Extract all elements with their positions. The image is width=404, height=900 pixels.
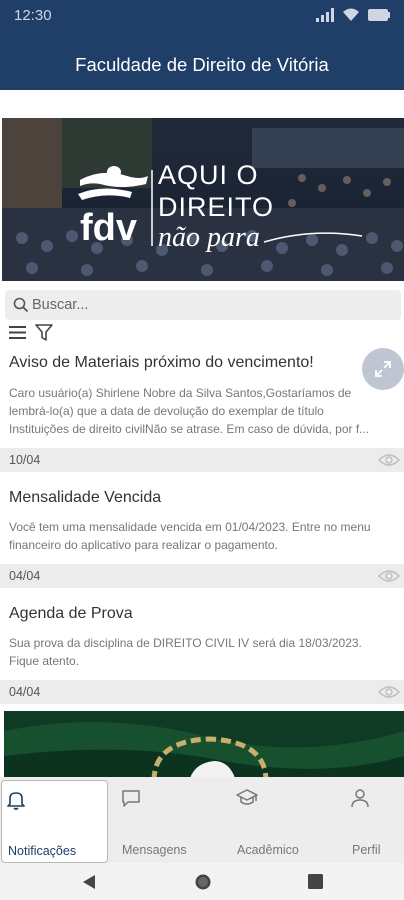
notification-item[interactable]: Agenda de Prova Sua prova da disciplina … bbox=[0, 588, 404, 705]
expand-icon bbox=[375, 361, 391, 377]
signal-icon bbox=[316, 8, 334, 22]
app-title: Faculdade de Direito de Vitória bbox=[75, 54, 329, 75]
search-bar[interactable] bbox=[5, 290, 401, 320]
tab-mensagens[interactable]: Mensagens bbox=[116, 780, 222, 863]
notification-date: 04/04 bbox=[9, 685, 41, 699]
list-icon[interactable] bbox=[9, 325, 26, 340]
back-icon[interactable] bbox=[82, 874, 96, 890]
filter-icon[interactable] bbox=[35, 323, 53, 341]
notification-body: Você tem uma mensalidade vencida em 01/0… bbox=[9, 520, 371, 552]
notification-item[interactable]: Mensalidade Vencida Você tem uma mensali… bbox=[0, 472, 404, 588]
wifi-icon bbox=[343, 8, 359, 21]
notification-date: 10/04 bbox=[9, 453, 41, 467]
notification-body: Caro usuário(a) Shirlene Nobre da Silva … bbox=[9, 386, 370, 436]
search-icon bbox=[13, 297, 29, 313]
filter-toolbar bbox=[9, 322, 53, 342]
status-bar: 12:30 bbox=[0, 0, 404, 30]
crowd-photo: fdv AQUI O DIREITO não para bbox=[2, 118, 404, 281]
tab-perfil[interactable]: Perfil bbox=[346, 780, 404, 863]
notification-item[interactable]: Aviso de Materiais próximo do vencimento… bbox=[0, 340, 404, 472]
tab-label: Notificações bbox=[8, 844, 77, 858]
person-icon bbox=[351, 789, 369, 808]
status-time: 12:30 bbox=[14, 7, 52, 24]
system-navigation-bar bbox=[0, 863, 404, 900]
recents-icon[interactable] bbox=[308, 874, 323, 889]
banner-slogan-line1: AQUI O bbox=[158, 160, 259, 190]
home-icon[interactable] bbox=[194, 873, 212, 891]
notification-title: Agenda de Prova bbox=[9, 605, 133, 622]
notification-date: 04/04 bbox=[9, 569, 41, 583]
graduation-cap-icon bbox=[236, 789, 258, 805]
expand-button[interactable] bbox=[362, 348, 404, 390]
promo-banner[interactable]: fdv AQUI O DIREITO não para bbox=[2, 118, 404, 281]
banner-brand: fdv bbox=[80, 207, 137, 249]
banner-slogan-line2: DIREITO bbox=[158, 192, 274, 222]
battery-icon bbox=[368, 9, 390, 21]
tab-academico[interactable]: Acadêmico bbox=[231, 780, 337, 863]
notification-footer: 04/04 bbox=[0, 680, 404, 704]
eye-icon[interactable] bbox=[378, 569, 400, 583]
notification-body: Sua prova da disciplina de DIREITO CIVIL… bbox=[9, 636, 362, 668]
secondary-banner[interactable] bbox=[4, 711, 404, 781]
tab-notificacoes[interactable]: Notificações bbox=[1, 780, 108, 863]
notification-footer: 04/04 bbox=[0, 564, 404, 588]
search-input[interactable] bbox=[32, 294, 392, 316]
notification-title: Mensalidade Vencida bbox=[9, 489, 162, 506]
bell-icon bbox=[7, 792, 25, 810]
bottom-navigation: Notificações Mensagens Acadêmico Perfil bbox=[0, 777, 404, 863]
notification-footer: 10/04 bbox=[0, 448, 404, 472]
eye-icon[interactable] bbox=[378, 453, 400, 467]
tab-label: Acadêmico bbox=[237, 843, 299, 857]
flag-image bbox=[4, 711, 404, 781]
notification-title: Aviso de Materiais próximo do vencimento… bbox=[9, 354, 314, 371]
tab-label: Perfil bbox=[352, 843, 381, 857]
tab-label: Mensagens bbox=[122, 843, 187, 857]
banner-slogan-line3: não para bbox=[158, 222, 260, 253]
eye-icon[interactable] bbox=[378, 685, 400, 699]
chat-icon bbox=[122, 790, 140, 807]
app-bar: Faculdade de Direito de Vitória bbox=[0, 30, 404, 90]
system-icons bbox=[316, 8, 390, 22]
